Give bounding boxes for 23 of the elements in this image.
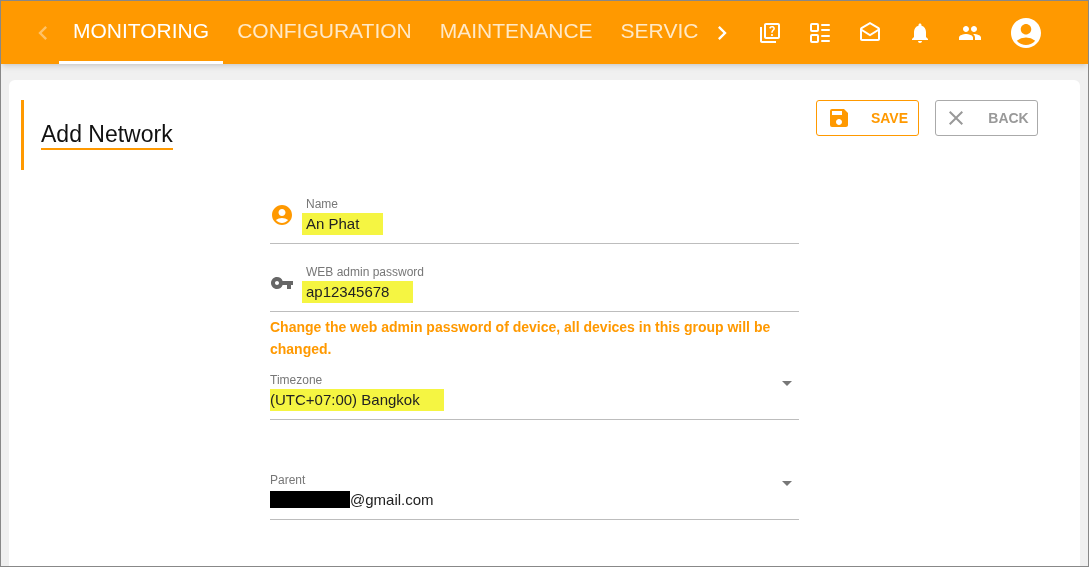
select-field[interactable]: Timezone (UTC+07:00) Bangkok — [270, 364, 799, 420]
field-value: (UTC+07:00) Bangkok — [270, 388, 444, 411]
field-value: @gmail.com — [350, 489, 435, 510]
warning-text: Change the web admin password of device, all devices in this group will be changed. — [270, 318, 772, 359]
field-label: WEB admin password — [306, 263, 425, 281]
field-value: An Phat — [302, 212, 384, 235]
text-field[interactable]: Name An Phat — [270, 176, 799, 244]
page-title: Add Network — [41, 120, 173, 150]
text-field[interactable]: WEB admin password ap12345678 — [270, 244, 799, 312]
nav-tab[interactable]: CONFIGURATION — [223, 1, 426, 64]
nav-tab[interactable]: MONITORING — [59, 1, 224, 64]
select-field[interactable]: Parent @gmail.com — [270, 420, 799, 520]
person-icon — [270, 203, 294, 227]
save-button[interactable]: SAVE — [816, 100, 919, 136]
field-label: Name — [306, 195, 338, 213]
nav-tab[interactable]: SERVIC — [606, 1, 713, 64]
list-icon[interactable] — [808, 20, 833, 45]
field-label: Timezone — [270, 371, 323, 389]
nav-tab[interactable]: MAINTENANCE — [425, 1, 607, 64]
field-label: Parent — [270, 471, 306, 489]
help-chat-icon[interactable] — [758, 20, 783, 45]
back-button[interactable]: BACK — [935, 100, 1038, 136]
field-value: ap12345678 — [302, 280, 414, 303]
